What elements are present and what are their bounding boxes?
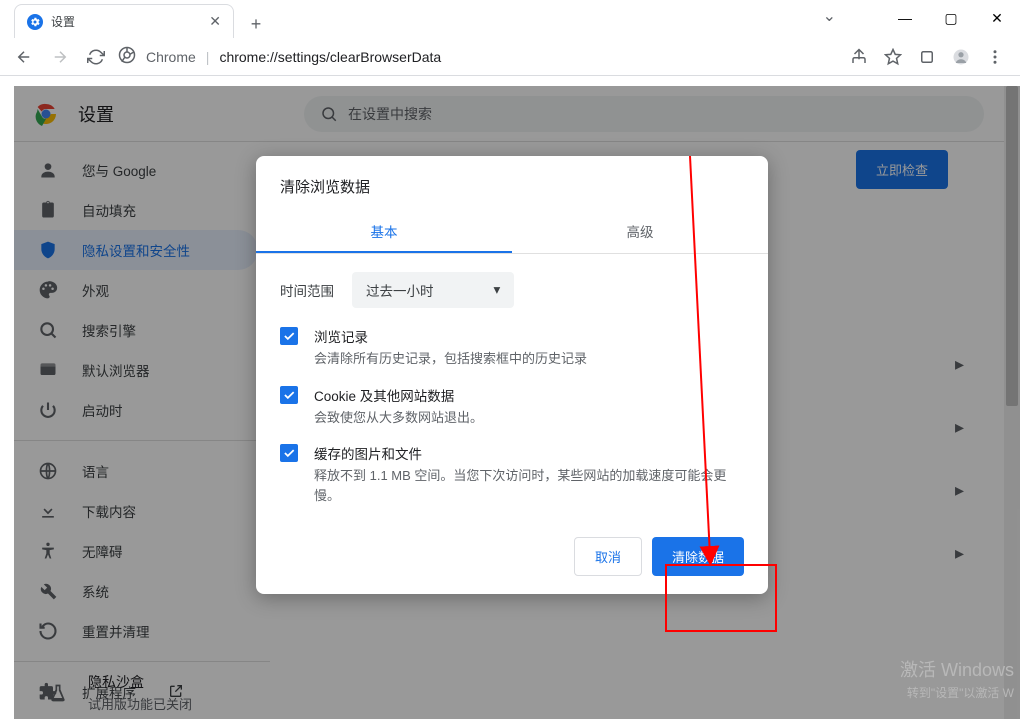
tab-basic[interactable]: 基本 bbox=[256, 211, 512, 253]
new-tab-button[interactable]: + bbox=[242, 10, 270, 38]
windows-watermark: 激活 Windows 转到"设置"以激活 W bbox=[900, 656, 1014, 701]
option-desc: 会致使您从大多数网站退出。 bbox=[314, 408, 483, 428]
cancel-button[interactable]: 取消 bbox=[574, 537, 642, 576]
tab-title: 设置 bbox=[51, 13, 75, 30]
tabs-dropdown-icon[interactable]: ⌄ bbox=[823, 6, 836, 26]
maximize-button[interactable]: ▢ bbox=[928, 0, 974, 36]
option-desc: 会清除所有历史记录，包括搜索框中的历史记录 bbox=[314, 349, 587, 369]
star-icon[interactable] bbox=[878, 42, 908, 72]
dropdown-icon: ▾ bbox=[494, 282, 501, 298]
gear-icon bbox=[27, 14, 43, 30]
watermark-line1: 激活 Windows bbox=[900, 656, 1014, 682]
close-icon[interactable]: ✕ bbox=[209, 13, 221, 30]
option-title: 浏览记录 bbox=[314, 326, 587, 346]
back-button[interactable] bbox=[10, 43, 38, 71]
annotation-arrow bbox=[670, 156, 750, 576]
profile-icon[interactable] bbox=[946, 42, 976, 72]
address-bar: Chrome | chrome://settings/clearBrowserD… bbox=[0, 38, 1020, 76]
time-range-select[interactable]: 过去一小时 ▾ bbox=[352, 272, 514, 308]
url-path: chrome://settings/clearBrowserData bbox=[219, 49, 441, 65]
checkbox-checked[interactable] bbox=[280, 444, 298, 462]
checkbox-checked[interactable] bbox=[280, 327, 298, 345]
checkbox-checked[interactable] bbox=[280, 386, 298, 404]
chrome-icon bbox=[118, 46, 136, 67]
url-site: Chrome bbox=[146, 49, 196, 65]
share-icon[interactable] bbox=[844, 42, 874, 72]
browser-tab[interactable]: 设置 ✕ bbox=[14, 4, 234, 38]
forward-button[interactable] bbox=[46, 43, 74, 71]
option-title: Cookie 及其他网站数据 bbox=[314, 385, 483, 405]
extensions-icon[interactable] bbox=[912, 42, 942, 72]
close-window-button[interactable]: ✕ bbox=[974, 0, 1020, 36]
reload-button[interactable] bbox=[82, 43, 110, 71]
watermark-line2: 转到"设置"以激活 W bbox=[900, 684, 1014, 701]
menu-icon[interactable] bbox=[980, 42, 1010, 72]
minimize-button[interactable]: — bbox=[882, 0, 928, 36]
time-range-value: 过去一小时 bbox=[366, 280, 434, 300]
browser-tabs-row: 设置 ✕ + ⌄ — ▢ ✕ bbox=[0, 0, 1020, 38]
url-display[interactable]: Chrome | chrome://settings/clearBrowserD… bbox=[118, 46, 836, 67]
time-range-label: 时间范围 bbox=[280, 280, 334, 300]
